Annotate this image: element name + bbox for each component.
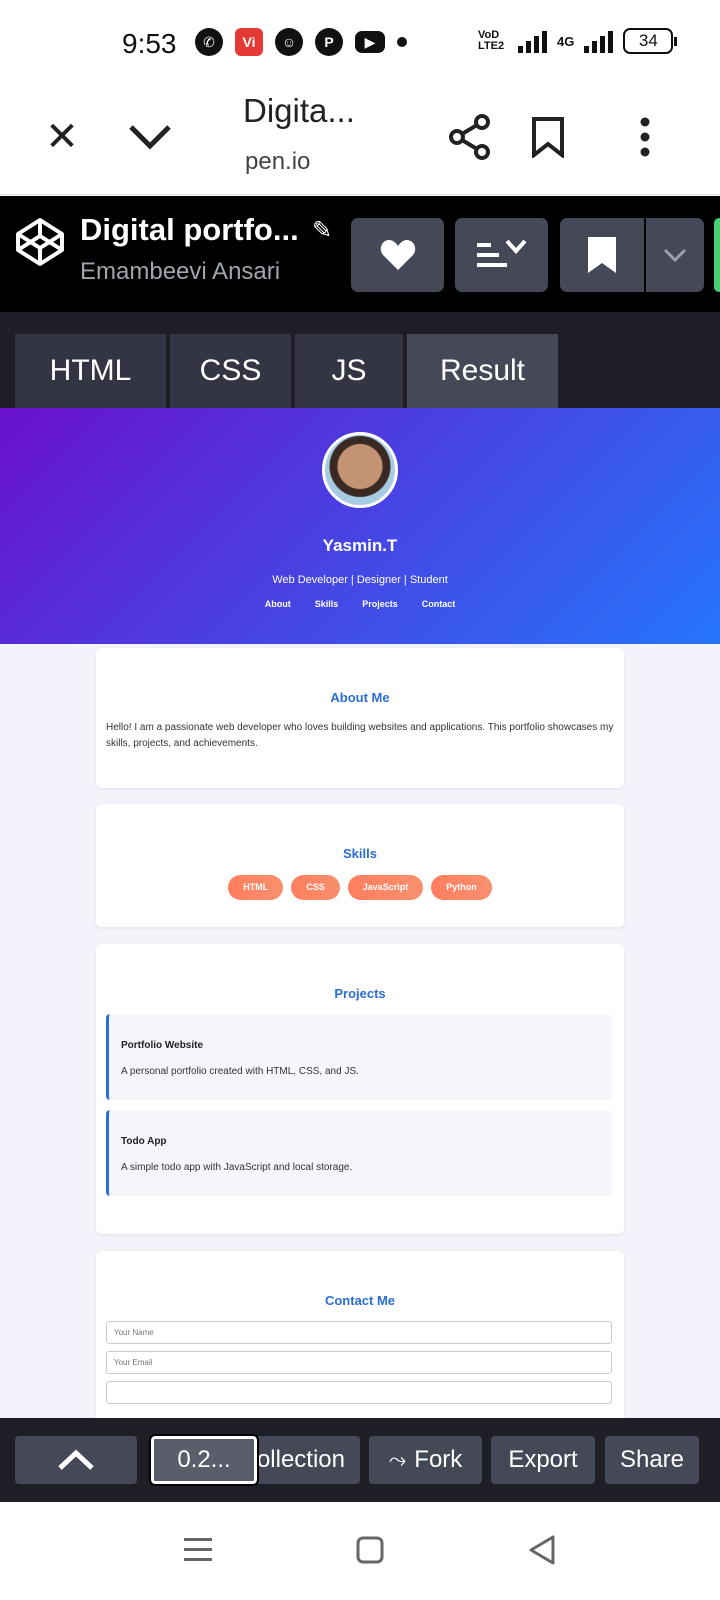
projects-heading: Projects [334, 986, 386, 1001]
battery-icon: 34 [623, 28, 678, 54]
volte-label: VoD LTE2 [478, 29, 505, 52]
portfolio-hero: Yasmin.T Web Developer | Designer | Stud… [0, 408, 720, 644]
bookmark-filled-icon [588, 237, 616, 273]
nav-about[interactable]: About [265, 599, 291, 609]
profile-name: Yasmin.T [322, 536, 398, 555]
tab-html[interactable]: HTML [15, 334, 166, 408]
about-card: About Me Hello! I am a passionate web de… [96, 648, 624, 788]
share-icon[interactable] [445, 112, 495, 162]
edit-pencil-icon[interactable]: ✎ [312, 216, 332, 245]
skill-pill: Python [431, 875, 492, 900]
about-text: Hello! I am a passionate web developer w… [106, 722, 614, 749]
save-button-edge[interactable] [714, 218, 720, 292]
project-title: Todo App [121, 1136, 167, 1147]
vi-app-icon: Vi [235, 28, 263, 56]
youtube-icon: ▶ [355, 31, 385, 53]
profile-tagline: Web Developer | Designer | Student [272, 574, 448, 586]
skill-pill: CSS [291, 875, 340, 900]
heart-icon [380, 240, 415, 270]
tab-css[interactable]: CSS [170, 334, 291, 408]
codepen-bottom-bar: ollection 0.2... ⤳ Fork Export Share [0, 1418, 720, 1502]
more-notifications-dot-icon [397, 37, 407, 47]
bookmark-icon[interactable] [523, 112, 573, 162]
nav-skills[interactable]: Skills [315, 599, 339, 609]
project-desc: A personal portfolio created with HTML, … [121, 1066, 359, 1077]
chevron-down-icon [663, 248, 687, 262]
share-button[interactable]: Share [605, 1436, 699, 1484]
zoom-button[interactable]: 0.2... [149, 1434, 259, 1486]
more-vert-icon[interactable] [620, 112, 670, 162]
nav-contact[interactable]: Contact [422, 599, 456, 609]
codepen-logo-icon[interactable] [14, 216, 66, 268]
whatsapp-icon: ✆ [195, 28, 223, 56]
contact-heading: Contact Me [324, 1293, 396, 1308]
page-url[interactable]: pen.io [245, 148, 310, 176]
skills-card: Skills HTML CSS JavaScript Python [96, 804, 624, 927]
project-title: Portfolio Website [121, 1040, 204, 1051]
project-item[interactable]: Portfolio Website A personal portfolio c… [106, 1014, 612, 1100]
home-icon[interactable] [356, 1536, 384, 1564]
project-desc: A simple todo app with JavaScript and lo… [121, 1162, 353, 1173]
like-button[interactable] [351, 218, 444, 292]
signal-icon [518, 29, 547, 53]
recent-apps-icon[interactable] [183, 1536, 213, 1564]
codepen-header: Digital portfo... ✎ Emambeevi Ansari [0, 196, 720, 312]
bookmark-dropdown-button[interactable] [646, 218, 704, 292]
status-time: 9:53 [122, 28, 177, 59]
message-field[interactable] [106, 1381, 612, 1404]
close-icon[interactable]: ✕ [37, 112, 87, 162]
bookmark-pen-button[interactable] [560, 218, 644, 292]
fork-icon: ⤳ [388, 1447, 407, 1472]
browser-toolbar: ✕ Digita... pen.io [0, 90, 720, 195]
fork-label: Fork [414, 1446, 463, 1473]
battery-level: 34 [638, 31, 658, 50]
result-preview: Yasmin.T Web Developer | Designer | Stud… [0, 408, 720, 1418]
name-field[interactable]: Your Name [106, 1321, 612, 1344]
page-title[interactable]: Digita... [243, 92, 355, 130]
system-nav-bar [0, 1502, 720, 1600]
signal-icon-2 [584, 29, 614, 53]
system-indicators: VoD LTE2 4G 34 [478, 28, 678, 54]
profile-avatar [322, 432, 398, 508]
chevron-up-icon [58, 1449, 94, 1470]
editor-tabs: HTML CSS JS Result [0, 312, 720, 408]
app-person-icon: ☺ [275, 28, 303, 56]
status-bar: 9:53 ✆ Vi ☺ P ▶ VoD LTE2 4G 34 [0, 0, 720, 90]
layout-icon [476, 239, 526, 267]
projects-card: Projects Portfolio Website A personal po… [96, 944, 624, 1234]
pen-title[interactable]: Digital portfo... [80, 212, 299, 248]
tab-result[interactable]: Result [407, 334, 558, 408]
fork-button[interactable]: ⤳ Fork [369, 1436, 482, 1484]
portfolio-nav: About Skills Projects Contact [0, 599, 720, 609]
pen-author[interactable]: Emambeevi Ansari [80, 258, 280, 286]
tab-js[interactable]: JS [295, 334, 403, 408]
skills-list: HTML CSS JavaScript Python [96, 875, 624, 900]
collapse-button[interactable] [15, 1436, 137, 1484]
contact-card: Contact Me Your Name Your Email [96, 1251, 624, 1418]
export-button[interactable]: Export [491, 1436, 595, 1484]
project-item[interactable]: Todo App A simple todo app with JavaScri… [106, 1110, 612, 1196]
skill-pill: HTML [228, 875, 284, 900]
nav-projects[interactable]: Projects [362, 599, 398, 609]
skills-heading: Skills [343, 846, 377, 861]
skill-pill: JavaScript [347, 875, 424, 900]
pinterest-icon: P [315, 28, 343, 56]
about-heading: About Me [330, 690, 390, 705]
back-icon[interactable] [528, 1535, 556, 1565]
chevron-down-icon[interactable] [125, 112, 175, 162]
change-view-button[interactable] [455, 218, 548, 292]
notification-icons: ✆ Vi ☺ P ▶ [195, 28, 407, 56]
network-type-label: 4G [557, 33, 575, 49]
email-field[interactable]: Your Email [106, 1351, 612, 1374]
